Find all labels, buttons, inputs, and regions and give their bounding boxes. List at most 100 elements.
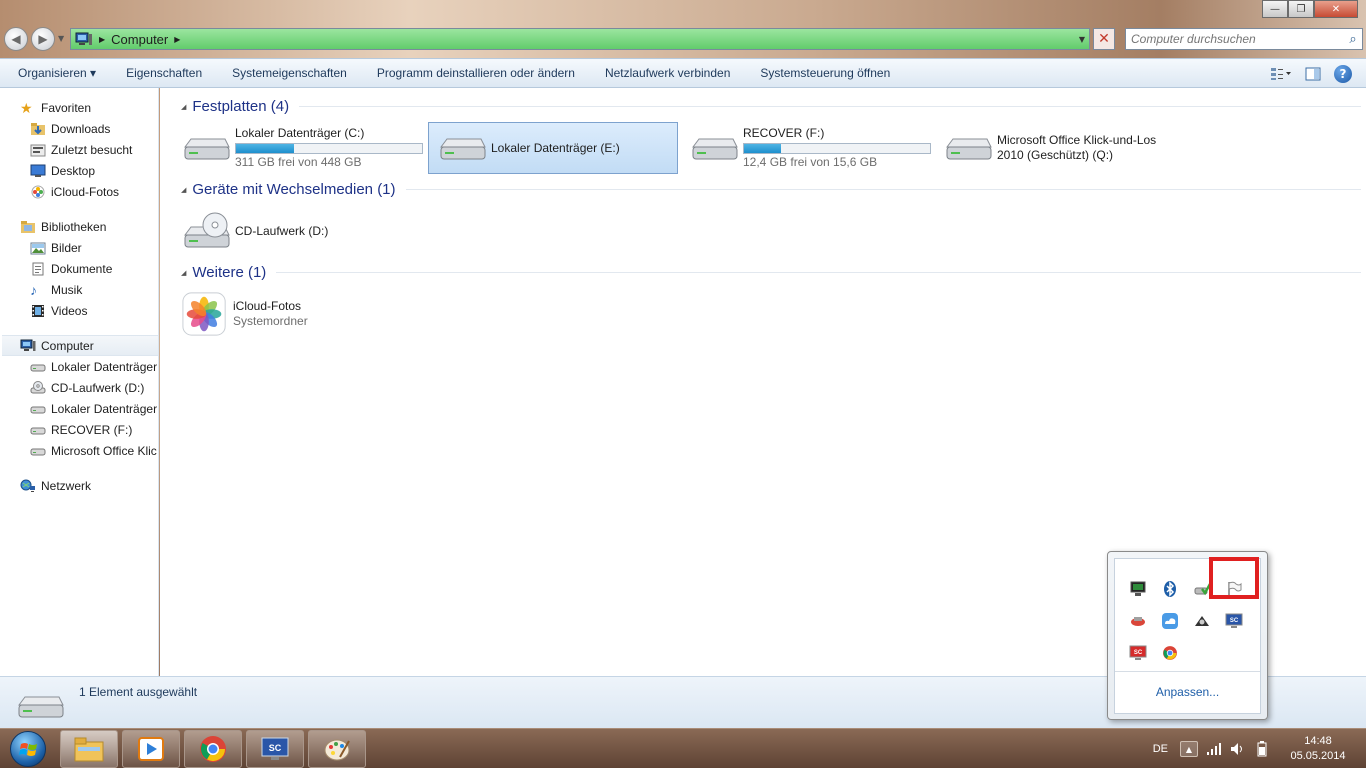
desktop-icon	[30, 164, 46, 177]
address-history-dropdown[interactable]: ▼	[1079, 35, 1085, 44]
icloud-icon[interactable]	[1160, 611, 1180, 631]
sidebar-item-drive-d[interactable]: CD-Laufwerk (D:)	[0, 377, 158, 398]
sidebar-item-icloud-fotos[interactable]: iCloud-Fotos	[0, 181, 158, 202]
collapse-arrow-icon[interactable]: ◢	[181, 269, 186, 277]
taskbar-sc-button[interactable]: SC	[246, 730, 304, 768]
tray-app-tool-icon[interactable]	[1192, 611, 1212, 631]
organize-button[interactable]: Organisieren ▾	[0, 66, 111, 80]
properties-button[interactable]: Eigenschaften	[111, 66, 217, 80]
folder-name: iCloud-Fotos	[233, 299, 302, 313]
drive-name: RECOVER (F:)	[743, 126, 825, 140]
search-input[interactable]	[1126, 30, 1344, 48]
forward-button[interactable]: ▶	[31, 27, 55, 51]
network-icon	[20, 479, 35, 492]
breadcrumb-separator-icon[interactable]: ▶	[174, 35, 180, 44]
close-button[interactable]: ✕	[1314, 0, 1358, 18]
battery-icon[interactable]	[1252, 739, 1272, 759]
drive-usage-fill	[744, 144, 782, 153]
preview-pane-button[interactable]	[1302, 63, 1324, 85]
minimize-button[interactable]: —	[1262, 0, 1288, 18]
status-text: 1 Element ausgewählt	[79, 685, 198, 699]
group-label: Geräte mit Wechselmedien (1)	[192, 181, 396, 198]
sidebar-item-drive-e[interactable]: Lokaler Datenträger	[0, 398, 158, 419]
drive-tile-d[interactable]: CD-Laufwerk (D:)	[173, 205, 423, 257]
tray-app-red-icon[interactable]	[1128, 611, 1148, 631]
search-box[interactable]: ⌕	[1125, 28, 1363, 50]
drive-tile-e[interactable]: Lokaler Datenträger (E:)	[428, 122, 678, 174]
highlight-annotation-box	[1209, 557, 1259, 599]
videos-filmstrip-icon	[32, 304, 44, 317]
sidebar-computer[interactable]: Computer	[2, 335, 158, 356]
sidebar-item-label: Lokaler Datenträger	[51, 359, 158, 374]
notification-area: DE ▲ 14:48 05.05.2014	[1153, 729, 1366, 768]
stop-refresh-button[interactable]: ✕	[1093, 28, 1115, 50]
icloud-photos-icon	[31, 185, 45, 198]
taskbar-media-player-button[interactable]	[122, 730, 180, 768]
sidebar-item-drive-q[interactable]: Microsoft Office Klic	[0, 440, 158, 461]
sidebar-favorites[interactable]: ★ Favoriten	[0, 97, 158, 118]
chrome-icon[interactable]	[1160, 643, 1180, 663]
search-icon[interactable]: ⌕	[1344, 30, 1362, 48]
group-header-removable[interactable]: ◢ Geräte mit Wechselmedien (1)	[181, 181, 1361, 198]
sidebar-item-documents[interactable]: Dokumente	[0, 258, 158, 279]
language-indicator[interactable]: DE	[1153, 743, 1168, 755]
forward-arrow-icon: ▶	[38, 32, 48, 46]
breadcrumb-computer[interactable]: Computer	[111, 32, 168, 47]
sidebar-item-recent[interactable]: Zuletzt besucht	[0, 139, 158, 160]
computer-icon	[75, 32, 92, 45]
sidebar-item-drive-c[interactable]: Lokaler Datenträger	[0, 356, 158, 377]
sidebar-libraries[interactable]: Bibliotheken	[0, 216, 158, 237]
navigation-pane: ★ Favoriten Downloads Zuletzt besucht De…	[0, 88, 159, 676]
show-hidden-icons-button[interactable]: ▲	[1180, 741, 1198, 757]
recent-pages-dropdown[interactable]: ▼	[58, 34, 64, 43]
back-button[interactable]: ◀	[4, 27, 28, 51]
change-view-button[interactable]	[1270, 63, 1292, 85]
breadcrumb-separator-icon[interactable]: ▶	[99, 35, 105, 44]
system-properties-button[interactable]: Systemeigenschaften	[217, 66, 362, 80]
collapse-arrow-icon[interactable]: ◢	[181, 186, 186, 194]
sc-monitor-icon[interactable]: SC	[1224, 611, 1244, 631]
window-titlebar: — ❐ ✕ ◀ ▶ ▼ ▶ Computer ▶ ▼ ✕ ⌕	[0, 0, 1366, 58]
cd-drive-icon	[184, 212, 230, 248]
volume-icon[interactable]	[1228, 739, 1248, 759]
drive-tile-q[interactable]: Microsoft Office Klick-und-Los 2010 (Ges…	[935, 122, 1195, 174]
uninstall-program-button[interactable]: Programm deinstallieren oder ändern	[362, 66, 590, 80]
sc-red-icon[interactable]: SC	[1128, 643, 1148, 663]
music-note-icon: ♪	[30, 281, 37, 298]
sidebar-item-label: Musik	[51, 282, 83, 297]
sidebar-item-pictures[interactable]: Bilder	[0, 237, 158, 258]
group-header-hard-drives[interactable]: ◢ Festplatten (4)	[181, 98, 1361, 115]
help-icon[interactable]: ?	[1334, 65, 1352, 83]
sidebar-item-downloads[interactable]: Downloads	[0, 118, 158, 139]
start-button[interactable]	[4, 729, 52, 768]
sidebar-item-label: Lokaler Datenträger	[51, 401, 158, 416]
map-network-drive-button[interactable]: Netzlaufwerk verbinden	[590, 66, 745, 80]
group-header-other[interactable]: ◢ Weitere (1)	[181, 264, 1361, 281]
network-monitor-icon[interactable]	[1128, 579, 1148, 599]
icloud-fotos-tile[interactable]: iCloud-Fotos Systemordner	[173, 288, 423, 340]
sidebar-item-drive-f[interactable]: RECOVER (F:)	[0, 419, 158, 440]
drive-tile-c[interactable]: Lokaler Datenträger (C:) 311 GB frei von…	[173, 122, 423, 174]
signal-strength-icon[interactable]	[1204, 739, 1224, 759]
taskbar-paint-button[interactable]	[308, 730, 366, 768]
clock[interactable]: 14:48 05.05.2014	[1286, 734, 1350, 764]
drive-free-space: 12,4 GB frei von 15,6 GB	[743, 155, 878, 169]
taskbar-explorer-button[interactable]	[60, 730, 118, 768]
drive-tile-f[interactable]: RECOVER (F:) 12,4 GB frei von 15,6 GB	[681, 122, 931, 174]
sidebar-item-desktop[interactable]: Desktop	[0, 160, 158, 181]
drive-name-line2: 2010 (Geschützt) (Q:)	[997, 148, 1114, 162]
maximize-button[interactable]: ❐	[1288, 0, 1314, 18]
recent-places-icon	[30, 144, 46, 156]
svg-text:SC: SC	[1230, 618, 1239, 624]
bluetooth-icon[interactable]	[1160, 579, 1180, 599]
sidebar-item-videos[interactable]: Videos	[0, 300, 158, 321]
divider	[1115, 671, 1260, 672]
taskbar-chrome-button[interactable]	[184, 730, 242, 768]
sidebar-item-music[interactable]: ♪ Musik	[0, 279, 158, 300]
customize-link[interactable]: Anpassen...	[1115, 685, 1260, 699]
address-bar[interactable]: ▶ Computer ▶ ▼	[70, 28, 1090, 50]
sidebar-network[interactable]: Netzwerk	[0, 475, 158, 496]
open-control-panel-button[interactable]: Systemsteuerung öffnen	[745, 66, 905, 80]
collapse-arrow-icon[interactable]: ◢	[181, 103, 186, 111]
star-icon: ★	[20, 99, 33, 116]
